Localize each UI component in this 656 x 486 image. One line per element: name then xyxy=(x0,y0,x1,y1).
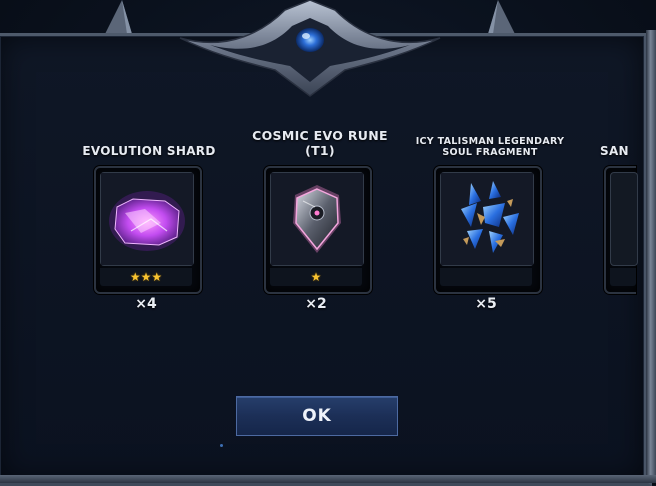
rarity-stars: ★ xyxy=(270,268,362,286)
left-spike-ornament xyxy=(105,0,132,34)
reward-title-line: SOUL FRAGMENT xyxy=(442,147,538,158)
reward-quantity: ×4 xyxy=(135,296,157,312)
evolution-shard-icon xyxy=(101,173,193,265)
ok-button[interactable]: OK xyxy=(236,396,398,436)
reward-title-evolution-shard: EVOLUTION SHARD xyxy=(82,144,216,158)
icy-talisman-soul-fragment-icon xyxy=(441,173,533,265)
rarity-stars: ★★★ xyxy=(100,268,192,286)
reward-card-icy-talisman-soul-fragment[interactable] xyxy=(434,166,542,294)
reward-title-line: ICY TALISMAN LEGENDARY xyxy=(415,136,565,147)
reward-title-cosmic-evo-rune: COSMIC EVO RUNE (T1) xyxy=(240,128,400,158)
frame-bottom-edge xyxy=(0,475,656,483)
reward-icon-frame xyxy=(100,172,194,266)
reward-card-partial[interactable] xyxy=(604,166,638,294)
reward-icon-frame xyxy=(440,172,534,266)
reward-quantity: ×5 xyxy=(475,296,497,312)
reward-icon-frame xyxy=(270,172,364,266)
frame-right-edge xyxy=(646,30,656,480)
reward-title-line: COSMIC EVO RUNE xyxy=(252,128,388,143)
star-icon: ★ xyxy=(310,270,322,284)
rarity-stars xyxy=(610,268,636,286)
rarity-stars xyxy=(440,268,532,286)
reward-card-cosmic-evo-rune[interactable]: ★ xyxy=(264,166,372,294)
decorative-dot xyxy=(220,444,223,447)
crest-ornament xyxy=(179,0,441,97)
reward-icon-frame xyxy=(610,172,638,266)
reward-card-evolution-shard[interactable]: ★★★ xyxy=(94,166,202,294)
cosmic-evo-rune-icon xyxy=(271,173,363,265)
reward-title-partial: SAN xyxy=(600,144,629,158)
reward-title-line: (T1) xyxy=(305,143,335,158)
star-icon: ★★★ xyxy=(129,270,163,284)
reward-title-icy-talisman: ICY TALISMAN LEGENDARY SOUL FRAGMENT xyxy=(400,136,580,158)
right-spike-ornament xyxy=(488,0,515,34)
reward-quantity: ×2 xyxy=(305,296,327,312)
